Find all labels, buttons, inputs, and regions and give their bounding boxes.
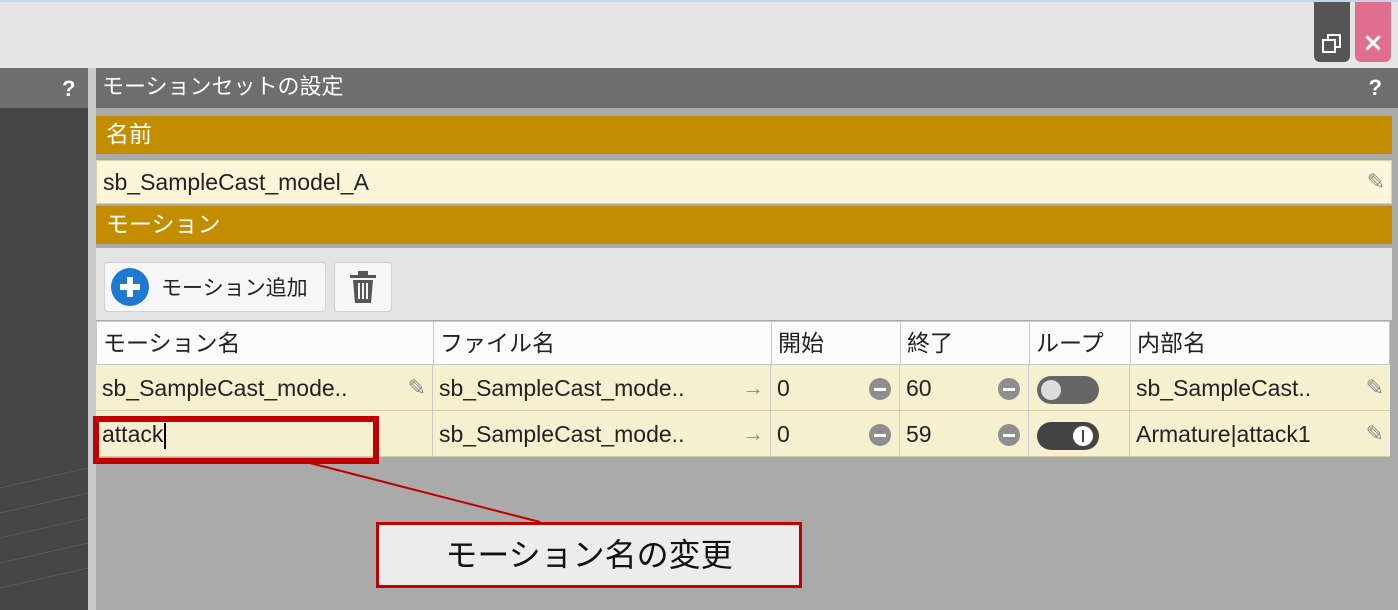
annotation-callout: モーション名の変更 [376, 522, 802, 588]
callout-connector [309, 462, 541, 523]
annotation-label: モーション名の変更 [445, 536, 733, 574]
